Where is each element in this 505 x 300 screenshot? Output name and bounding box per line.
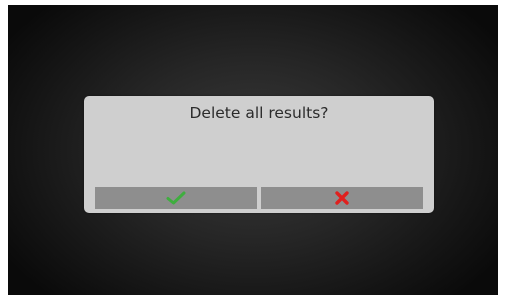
- screen: Delete all results?: [8, 5, 498, 295]
- confirm-button[interactable]: [95, 187, 257, 209]
- dialog-message: Delete all results?: [189, 104, 329, 122]
- check-icon: [166, 191, 186, 205]
- device-frame: Delete all results?: [0, 0, 505, 300]
- cross-icon: [334, 190, 350, 206]
- cancel-button[interactable]: [261, 187, 423, 209]
- confirm-dialog: Delete all results?: [84, 96, 434, 213]
